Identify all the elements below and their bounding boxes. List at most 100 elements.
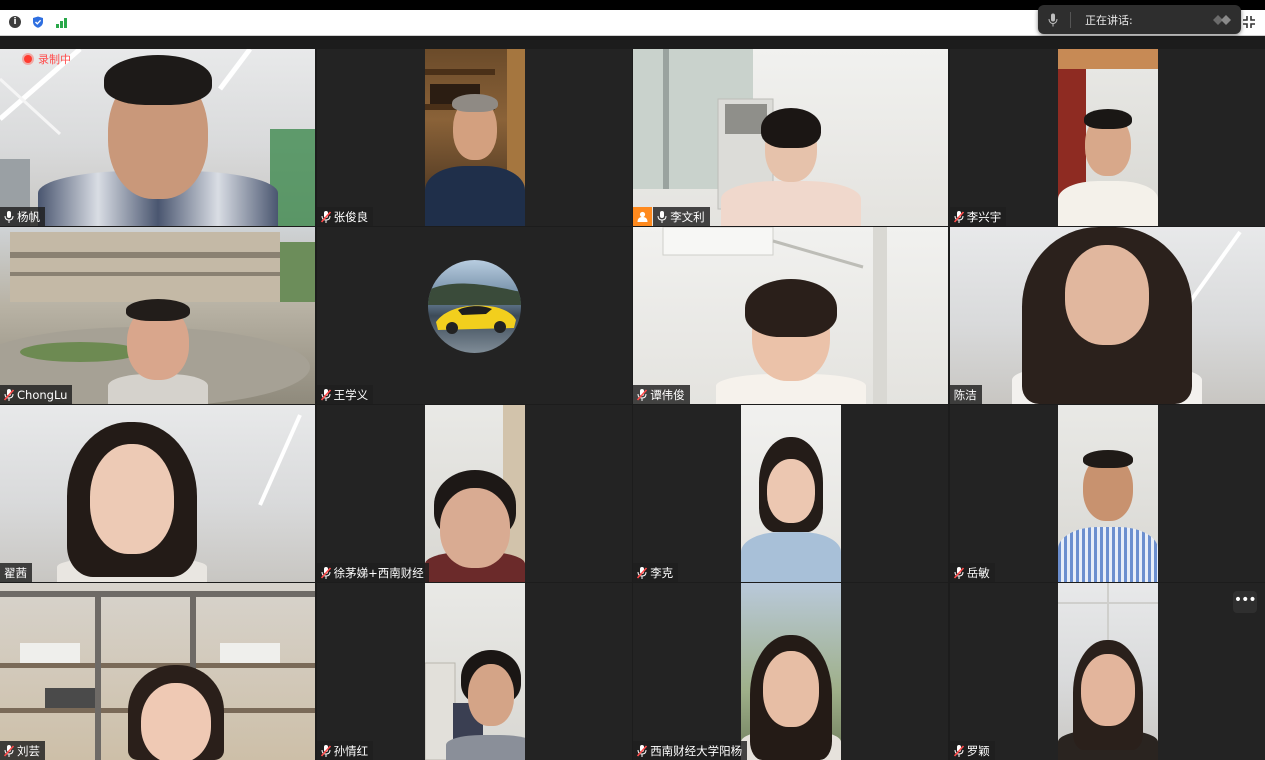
video-feed <box>424 49 525 226</box>
speaking-label: 正在讲话: <box>1085 13 1133 27</box>
participant-name-tag: 谭伟俊 <box>633 385 690 404</box>
microphone-muted-icon <box>4 388 14 401</box>
more-options-button[interactable]: ••• <box>1232 591 1257 613</box>
participant-tile[interactable]: 谭伟俊 <box>633 227 949 404</box>
participant-figure <box>52 422 212 582</box>
participant-tile[interactable]: ••• 罗颖 <box>949 583 1265 760</box>
participant-figure <box>121 665 231 760</box>
participant-tile[interactable]: 翟茜 <box>0 405 315 582</box>
microphone-muted-icon <box>4 744 14 757</box>
video-feed <box>1057 583 1158 760</box>
participant-name-tag: 李文利 <box>653 207 710 226</box>
recording-indicator: 录制中 <box>24 51 71 67</box>
shield-icon[interactable] <box>32 16 44 28</box>
fullscreen-exit-icon[interactable] <box>1242 15 1256 29</box>
microphone-icon <box>4 210 14 223</box>
participant-name-tag: 杨帆 <box>0 207 45 226</box>
participant-tile[interactable]: 陈洁 <box>949 227 1265 404</box>
participant-name: 刘芸 <box>17 743 40 758</box>
info-icon[interactable]: i <box>9 16 21 28</box>
video-feed <box>1057 49 1158 226</box>
participant-name: 岳敏 <box>966 565 990 580</box>
video-feed <box>424 405 525 582</box>
microphone-muted-icon <box>320 566 331 579</box>
microphone-icon <box>657 210 667 223</box>
participant-name-tag: 西南财经大学阳杨 <box>633 741 748 760</box>
participant-tile[interactable]: 李克 <box>633 405 949 582</box>
participant-figure <box>1057 447 1158 582</box>
participant-figure <box>1057 640 1158 760</box>
participant-name: 李兴宇 <box>966 209 1002 224</box>
video-feed <box>1057 405 1158 582</box>
participant-name: 孙情红 <box>333 743 369 758</box>
participant-figure <box>741 635 842 760</box>
participant-name-tag: 张俊良 <box>316 207 374 226</box>
participant-name-tag: 陈洁 <box>949 385 982 404</box>
microphone-muted-icon <box>320 388 331 401</box>
participant-tile[interactable]: 岳敏 <box>949 405 1265 582</box>
host-badge <box>633 207 653 226</box>
participant-name: ChongLu <box>17 387 68 402</box>
participant-name: 西南财经大学阳杨 <box>650 743 743 758</box>
participant-figure <box>103 299 213 404</box>
participant-tile[interactable]: 录制中 杨帆 <box>0 49 315 226</box>
participant-name: 翟茜 <box>4 565 27 580</box>
participant-figure <box>1057 106 1158 226</box>
microphone-muted-icon <box>953 744 964 757</box>
video-grid: 录制中 杨帆 张俊良 李文利 李兴宇 ChongLu 王学义 谭伟俊 陈洁 翟茜… <box>0 49 1265 760</box>
participant-tile[interactable]: 孙情红 <box>316 583 632 760</box>
participant-figure <box>441 650 525 760</box>
microphone-muted-icon <box>320 210 331 223</box>
participant-figure <box>33 51 283 226</box>
participant-tile[interactable]: 李兴宇 <box>949 49 1265 226</box>
participant-name: 徐茅娣+西南财经 <box>333 565 424 580</box>
video-feed <box>0 49 315 226</box>
video-feed <box>0 583 315 760</box>
participant-name: 陈洁 <box>953 387 977 402</box>
video-feed <box>0 405 315 582</box>
user-icon <box>637 211 648 222</box>
participant-avatar <box>427 260 521 353</box>
participant-figure <box>424 470 525 582</box>
participant-name-tag: 罗颖 <box>949 741 995 760</box>
microphone-muted-icon <box>637 388 648 401</box>
recording-label: 录制中 <box>38 53 71 66</box>
video-feed <box>0 227 315 404</box>
microphone-muted-icon <box>953 210 964 223</box>
participant-tile[interactable]: 王学义 <box>316 227 632 404</box>
video-feed <box>633 227 949 404</box>
participant-tile[interactable]: 西南财经大学阳杨 <box>633 583 949 760</box>
participant-tile[interactable]: ChongLu <box>0 227 315 404</box>
participant-tile[interactable]: 张俊良 <box>316 49 632 226</box>
microphone-muted-icon <box>953 566 964 579</box>
speaking-divider <box>1070 11 1071 28</box>
participant-name-tag: 岳敏 <box>949 563 995 582</box>
participant-name-tag: 翟茜 <box>0 563 32 582</box>
participant-name: 王学义 <box>333 387 369 402</box>
recording-dot-icon <box>24 55 32 63</box>
participant-name-tag: 孙情红 <box>316 741 374 760</box>
microphone-muted-icon <box>637 566 648 579</box>
video-feed <box>741 405 842 582</box>
microphone-icon <box>1048 13 1058 26</box>
microphone-muted-icon <box>637 744 648 757</box>
participant-name-tag: 徐茅娣+西南财经 <box>316 563 429 582</box>
video-feed <box>633 49 949 226</box>
participant-name: 罗颖 <box>966 743 990 758</box>
video-feed <box>741 583 842 760</box>
participant-figure <box>720 106 861 226</box>
participant-name-tag: 李克 <box>633 563 679 582</box>
participant-figure <box>424 86 525 226</box>
participant-tile[interactable]: 李文利 <box>633 49 949 226</box>
sports-car-avatar-icon <box>427 283 521 334</box>
participant-figure <box>741 437 842 582</box>
tencent-meeting-logo-icon <box>1213 15 1231 25</box>
participant-tile[interactable]: 刘芸 <box>0 583 315 760</box>
participant-name: 李文利 <box>670 209 705 224</box>
participant-name: 谭伟俊 <box>650 387 685 402</box>
participant-name-tag: 李兴宇 <box>949 207 1007 226</box>
signal-icon[interactable] <box>56 16 68 28</box>
speaking-indicator: 正在讲话: <box>1038 5 1241 34</box>
participant-tile[interactable]: 徐茅娣+西南财经 <box>316 405 632 582</box>
microphone-muted-icon <box>320 744 331 757</box>
